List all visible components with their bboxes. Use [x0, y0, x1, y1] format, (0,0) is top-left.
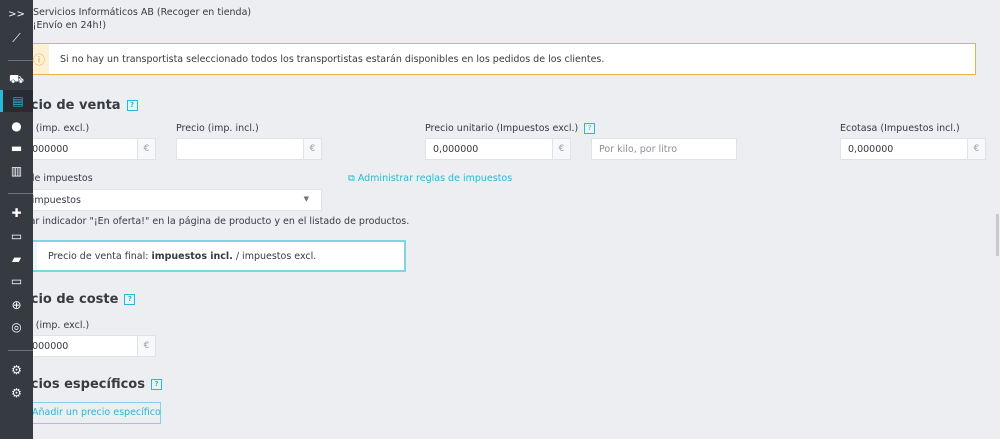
customers-user-icon[interactable]: ● [0, 115, 33, 137]
settings-gear-icon[interactable]: ⚙ [0, 359, 33, 381]
orders-basket-icon[interactable]: ⛟ [0, 69, 33, 91]
external-link-icon: ⧉ [348, 173, 358, 184]
dashboard-trend-icon[interactable]: ⟋ [0, 27, 33, 49]
currency-addon: € [137, 138, 156, 160]
sidebar: >> ⟋ ⛟ ▤ ● ▬ ▥ ✚ ▭ ▰ ▭ ⊕ ◎ ⚙ ⚙ [0, 0, 33, 439]
page-scrollbar[interactable] [996, 214, 999, 256]
modules-puzzle-icon[interactable]: ✚ [0, 202, 33, 224]
help-icon[interactable]: ? [150, 379, 162, 390]
stats-chart-icon[interactable]: ▥ [0, 160, 33, 182]
help-icon[interactable]: ? [584, 123, 596, 134]
design-monitor-icon[interactable]: ▭ [0, 225, 33, 247]
sidebar-divider [8, 193, 33, 194]
unity-input[interactable]: Por kilo, por litro [591, 138, 737, 160]
international-globe-icon[interactable]: ⊕ [0, 294, 33, 316]
ecotax-input[interactable]: 0,000000 [840, 138, 968, 160]
sidebar-divider [8, 60, 33, 61]
warning-text: Si no hay un transportista seleccionado … [60, 53, 605, 65]
ecotax-label: Ecotasa (Impuestos incl.) [840, 123, 960, 134]
catalog-store-icon[interactable]: ▤ [0, 90, 33, 112]
tax-rule-select[interactable]: Sin impuestos ▼ [10, 189, 322, 211]
currency-addon: € [303, 138, 322, 160]
unit-price-label: Precio unitario (Impuestos excl.)? [425, 123, 596, 134]
help-icon[interactable]: ? [126, 100, 138, 111]
advanced-settings-icon[interactable]: ⚙ [0, 382, 33, 404]
carrier-item: Servicios Informáticos AB (Recoger en ti… [33, 7, 252, 18]
carrier-warning-alert: ⓘ Si no hay un transportista seleccionad… [10, 43, 976, 75]
currency-addon: € [552, 138, 571, 160]
manage-tax-rules-link[interactable]: ⧉ Administrar reglas de impuestos [348, 173, 512, 184]
help-icon[interactable]: ? [124, 294, 136, 305]
shipping-truck-icon[interactable]: ▰ [0, 248, 33, 270]
expand-sidebar-icon[interactable]: >> [0, 3, 33, 25]
unit-price-input[interactable]: 0,000000 [425, 138, 553, 160]
currency-addon: € [137, 335, 156, 357]
payment-card-icon[interactable]: ▭ [0, 270, 33, 292]
marketing-radar-icon[interactable]: ◎ [0, 316, 33, 338]
sidebar-divider [8, 350, 33, 351]
price-incl-input[interactable] [176, 138, 304, 160]
on-sale-checkbox-label[interactable]: Mostrar indicador "¡En oferta!" en la pá… [3, 216, 409, 227]
currency-addon: € [967, 138, 986, 160]
price-incl-label: Precio (imp. incl.) [176, 123, 259, 134]
chevron-down-icon: ▼ [303, 195, 309, 203]
messages-chat-icon[interactable]: ▬ [0, 137, 33, 159]
final-price-info: Precio de venta final: impuestos incl. /… [10, 240, 406, 272]
